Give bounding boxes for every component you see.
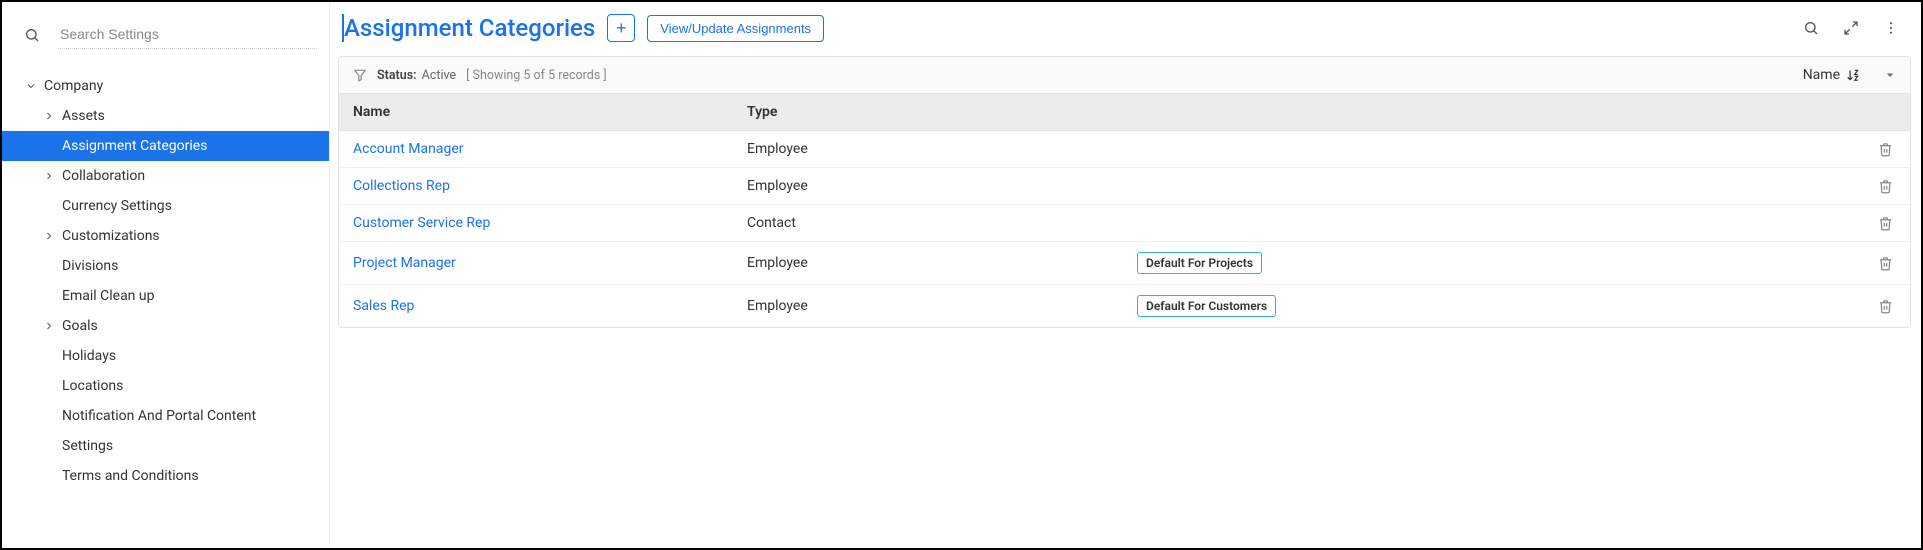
status-value: Active [422,68,456,83]
table-row: Customer Service Rep Contact [339,205,1910,242]
row-name-link[interactable]: Collections Rep [353,178,450,194]
row-badge-cell [1123,213,1860,233]
tree-root-label: Company [44,78,319,94]
table-row: Collections Rep Employee [339,168,1910,205]
sidebar-item-label: Goals [62,318,319,334]
row-badge-cell: Default For Customers [1123,285,1860,327]
sidebar-item-currency-settings[interactable]: Currency Settings [2,191,329,221]
chevron-right-icon [42,110,56,122]
trash-icon[interactable] [1878,299,1893,314]
more-icon[interactable] [1877,14,1905,42]
row-type: Employee [733,288,1123,324]
row-name-link[interactable]: Project Manager [353,255,456,271]
search-input[interactable] [58,20,317,49]
column-badge [1123,94,1860,130]
default-badge: Default For Customers [1137,295,1276,317]
column-actions [1860,94,1910,130]
row-type: Contact [733,205,1123,241]
chevron-right-icon [42,170,56,182]
sidebar-item-label: Customizations [62,228,319,244]
row-type: Employee [733,131,1123,167]
plus-icon: + [616,19,627,37]
filter-bar: Status: Active [ Showing 5 of 5 records … [339,57,1910,94]
row-badge-cell [1123,176,1860,196]
trash-icon[interactable] [1878,179,1893,194]
table-header: Name Type [339,94,1910,131]
sidebar-item-holidays[interactable]: Holidays [2,341,329,371]
sidebar-item-label: Assignment Categories [62,138,319,154]
sidebar-item-customizations[interactable]: Customizations [2,221,329,251]
view-update-assignments-button[interactable]: View/Update Assignments [647,15,824,42]
settings-sidebar: Company Assets Assignment Categories Colla… [2,2,330,548]
table-row: Sales Rep Employee Default For Customers [339,285,1910,327]
sidebar-item-label: Assets [62,108,319,124]
main-content: Assignment Categories + View/Update Assi… [330,2,1921,548]
search-header-icon[interactable] [1797,14,1825,42]
chevron-right-icon [42,320,56,332]
sidebar-item-notification-and-portal-content[interactable]: Notification And Portal Content [2,401,329,431]
sidebar-item-label: Currency Settings [62,198,319,214]
filter-icon[interactable] [353,68,367,82]
sidebar-item-label: Holidays [62,348,319,364]
status-filter[interactable]: Status: Active [377,68,456,83]
sidebar-item-settings[interactable]: Settings [2,431,329,461]
sidebar-item-label: Locations [62,378,319,394]
trash-icon[interactable] [1878,256,1893,271]
page-header: Assignment Categories + View/Update Assi… [338,10,1911,56]
sort-label: Name [1803,67,1840,83]
column-type[interactable]: Type [733,94,1123,130]
settings-tree: Company Assets Assignment Categories Colla… [2,71,329,491]
records-info: [ Showing 5 of 5 records ] [466,68,607,83]
row-type: Employee [733,168,1123,204]
column-name[interactable]: Name [339,94,733,130]
table-row: Account Manager Employee [339,131,1910,168]
sidebar-item-terms-and-conditions[interactable]: Terms and Conditions [2,461,329,491]
row-name-link[interactable]: Account Manager [353,141,464,157]
expand-icon[interactable] [1837,14,1865,42]
sidebar-item-label: Notification And Portal Content [62,408,319,424]
tree-root-company[interactable]: Company [2,71,329,101]
sidebar-item-email-clean-up[interactable]: Email Clean up [2,281,329,311]
row-name-link[interactable]: Customer Service Rep [353,215,490,231]
sidebar-item-label: Email Clean up [62,288,319,304]
sidebar-item-assignment-categories[interactable]: Assignment Categories [2,131,329,161]
search-row [2,12,329,57]
trash-icon[interactable] [1878,216,1893,231]
table-body: Account Manager Employee Collections Rep Em… [339,131,1910,327]
sidebar-item-goals[interactable]: Goals [2,311,329,341]
row-type: Employee [733,245,1123,281]
sort-control[interactable]: Name [1803,67,1860,83]
sidebar-item-collaboration[interactable]: Collaboration [2,161,329,191]
sidebar-item-divisions[interactable]: Divisions [2,251,329,281]
status-label: Status: [377,68,417,83]
row-badge-cell: Default For Projects [1123,242,1860,284]
trash-icon[interactable] [1878,142,1893,157]
row-badge-cell [1123,139,1860,159]
sidebar-item-assets[interactable]: Assets [2,101,329,131]
default-badge: Default For Projects [1137,252,1262,274]
sort-dropdown-icon[interactable] [1884,69,1896,81]
row-name-link[interactable]: Sales Rep [353,298,414,314]
sidebar-item-label: Collaboration [62,168,319,184]
sidebar-item-locations[interactable]: Locations [2,371,329,401]
add-button[interactable]: + [607,14,635,42]
table-container: Status: Active [ Showing 5 of 5 records … [338,56,1911,328]
search-icon[interactable] [18,21,46,49]
sidebar-item-label: Settings [62,438,319,454]
chevron-right-icon [42,230,56,242]
chevron-down-icon [24,80,38,92]
sidebar-item-label: Terms and Conditions [62,468,319,484]
sort-az-icon [1846,68,1860,82]
table-row: Project Manager Employee Default For Proje… [339,242,1910,285]
page-title: Assignment Categories [342,14,595,42]
sidebar-item-label: Divisions [62,258,319,274]
